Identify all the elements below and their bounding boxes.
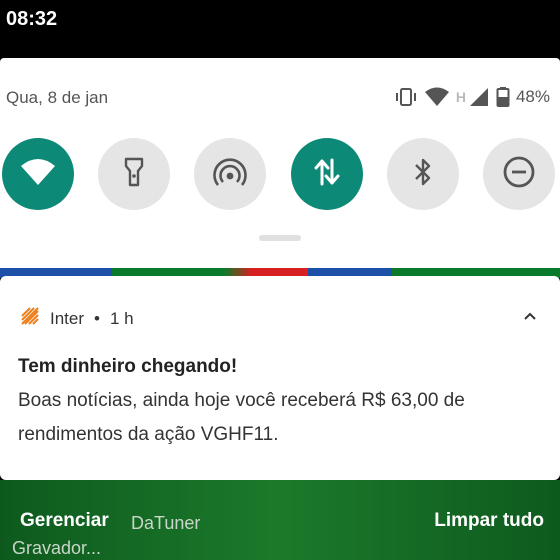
flashlight-icon [123, 157, 145, 192]
hotspot-tile[interactable] [194, 138, 266, 210]
status-time: 08:32 [6, 8, 58, 30]
quick-settings-tiles [0, 138, 560, 210]
notification-separator: • [94, 308, 100, 328]
date-label: Qua, 8 de jan [6, 88, 109, 107]
wifi-icon [20, 158, 56, 191]
wifi-tile[interactable] [2, 138, 74, 210]
mobile-data-icon [314, 157, 340, 192]
manage-button[interactable]: Gerenciar [20, 510, 109, 532]
chevron-up-icon[interactable] [520, 306, 540, 326]
background-app-label: Gravador... [12, 538, 102, 558]
notification-header: Inter • 1 h [20, 306, 134, 331]
status-icons: H 48% [394, 84, 550, 110]
notification-actions-bar: DaTuner Gravador... Gerenciar Limpar tud… [0, 480, 560, 560]
battery-percentage: 48% [515, 87, 550, 106]
status-bar: 08:32 [0, 0, 560, 58]
quick-settings-panel: Qua, 8 de jan H 48% [0, 58, 560, 270]
notification-card[interactable]: Inter • 1 h Tem dinheiro chegando! Boas … [0, 276, 560, 480]
background-app-label: DaTuner [131, 513, 201, 533]
wifi-icon [424, 87, 450, 107]
bluetooth-tile[interactable] [387, 138, 459, 210]
do-not-disturb-icon [502, 155, 536, 194]
network-type-icon: H [455, 89, 466, 105]
flashlight-tile[interactable] [98, 138, 170, 210]
signal-icon [468, 87, 490, 107]
battery-icon [496, 87, 510, 107]
vibrate-icon [394, 87, 418, 107]
drag-handle[interactable] [259, 235, 301, 241]
clear-all-button[interactable]: Limpar tudo [434, 510, 544, 532]
bluetooth-icon [413, 156, 433, 193]
notification-time: 1 h [109, 308, 134, 328]
mobile-data-tile[interactable] [291, 138, 363, 210]
app-icon [20, 306, 40, 331]
do-not-disturb-tile[interactable] [483, 138, 555, 210]
notification-title: Tem dinheiro chegando! [18, 356, 238, 377]
hotspot-icon [213, 157, 247, 192]
notification-app-name: Inter [50, 308, 85, 328]
notification-body: Boas notícias, ainda hoje você receberá … [18, 390, 465, 445]
